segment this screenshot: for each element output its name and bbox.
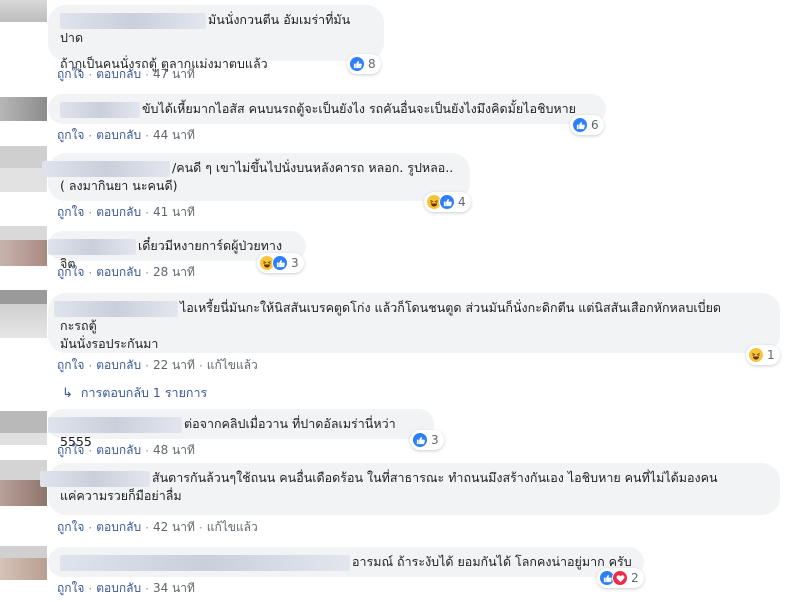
reply-link[interactable]: ตอบกลับ: [96, 520, 141, 534]
comment-bubble: สันดารกันล้วนๆใช้ถนน คนอื่นเดือดร้อน ในท…: [40, 463, 780, 515]
avatar[interactable]: [0, 546, 47, 580]
reaction-count: 3: [291, 256, 299, 270]
reaction-count: 1: [767, 348, 775, 362]
avatar[interactable]: [0, 411, 47, 445]
comment-text-line: อารมณ์ ถ้าระงับได้ ยอมกันได้ โลกคงน่าอยู…: [352, 554, 632, 569]
reaction-summary[interactable]: 8: [347, 54, 381, 74]
edited-label[interactable]: แก้ไขแล้ว: [207, 358, 258, 372]
timestamp[interactable]: 34 นาที: [153, 581, 195, 595]
reply-link[interactable]: ตอบกลับ: [96, 128, 141, 142]
comment-text-line: สันดารกันล้วนๆใช้ถนน คนอื่นเดือดร้อน ในท…: [152, 470, 718, 485]
comment-actions: ถูกใจ · ตอบกลับ · 42 นาที · แก้ไขแล้ว: [57, 520, 258, 535]
timestamp[interactable]: 28 นาที: [153, 265, 195, 279]
reaction-summary[interactable]: 3: [410, 430, 444, 450]
thumbs-up-icon: [272, 255, 288, 271]
comment-actions: ถูกใจ · ตอบกลับ · 28 นาที: [57, 265, 195, 280]
blurred-author-name[interactable]: [60, 12, 206, 29]
reaction-count: 2: [631, 571, 639, 585]
comment-text-line: ขับได้เหี้ยมากไอสัส คนบนรถตู้จะเป็นยังไง…: [142, 101, 576, 116]
thumbs-up-icon: [572, 117, 588, 133]
comment-text-line: มันนั่งรอประกันมา: [60, 336, 159, 351]
reply-link[interactable]: ตอบกลับ: [96, 358, 141, 372]
reaction-summary[interactable]: 2: [597, 568, 644, 588]
blurred-author-name[interactable]: [60, 554, 350, 571]
comment-actions: ถูกใจ · ตอบกลับ · 41 นาที: [57, 205, 195, 220]
comment-bubble: มันนั่งกวนตีน อัมเมร่าที่มันปาด ถ้ากูเป็…: [48, 5, 384, 71]
like-link[interactable]: ถูกใจ: [57, 358, 84, 372]
like-link[interactable]: ถูกใจ: [57, 128, 84, 142]
like-link[interactable]: ถูกใจ: [57, 265, 84, 279]
laugh-emoji-icon: [748, 347, 764, 363]
edited-label[interactable]: แก้ไขแล้ว: [207, 520, 258, 534]
blurred-author-name[interactable]: [60, 101, 140, 118]
thumbs-up-icon: [439, 194, 455, 210]
heart-icon: [612, 570, 628, 586]
reply-link[interactable]: ตอบกลับ: [96, 67, 141, 81]
timestamp[interactable]: 22 นาที: [153, 358, 195, 372]
comment-text-line: แค่ความรวยก็มือย่าลื่ม: [60, 488, 182, 503]
like-link[interactable]: ถูกใจ: [57, 581, 84, 595]
comment-actions: ถูกใจ · ตอบกลับ · 22 นาที · แก้ไขแล้ว: [57, 358, 258, 373]
comment-actions: ถูกใจ · ตอบกลับ · 44 นาที: [57, 128, 195, 143]
view-replies-link[interactable]: ↳ การตอบกลับ 1 รายการ: [62, 383, 207, 403]
avatar[interactable]: [0, 146, 47, 192]
reply-link[interactable]: ตอบกลับ: [96, 581, 141, 595]
reaction-summary[interactable]: 6: [570, 115, 604, 135]
avatar[interactable]: [0, 226, 47, 266]
timestamp[interactable]: 41 นาที: [153, 205, 195, 219]
blurred-author-name[interactable]: [48, 238, 136, 255]
reaction-count: 6: [591, 118, 599, 132]
comment-actions: ถูกใจ · ตอบกลับ · 47 นาที: [57, 67, 195, 82]
comment-bubble: ขับได้เหี้ยมากไอสัส คนบนรถตู้จะเป็นยังไง…: [48, 94, 606, 124]
comment-bubble: อารมณ์ ถ้าระงับได้ ยอมกันได้ โลกคงน่าอยู…: [48, 547, 644, 577]
thumbs-up-icon: [349, 56, 365, 72]
reaction-summary[interactable]: 1: [746, 345, 780, 365]
blurred-author-name[interactable]: [48, 416, 182, 433]
avatar[interactable]: [0, 0, 47, 22]
avatar[interactable]: [0, 290, 47, 338]
timestamp[interactable]: 44 นาที: [153, 128, 195, 142]
reaction-count: 3: [431, 433, 439, 447]
comment-actions: ถูกใจ · ตอบกลับ · 34 นาที: [57, 581, 195, 596]
reaction-count: 8: [368, 57, 376, 71]
timestamp[interactable]: 48 นาที: [153, 443, 195, 457]
reaction-count: 4: [458, 195, 466, 209]
reaction-summary[interactable]: 4: [424, 192, 471, 212]
reply-link[interactable]: ตอบกลับ: [96, 265, 141, 279]
reply-link[interactable]: ตอบกลับ: [96, 443, 141, 457]
blurred-author-name[interactable]: [42, 160, 170, 177]
comment-bubble: ไอเหรี้ยนี่มันกะให้นิสสันเบรคตูดโก่ง แล้…: [48, 293, 780, 353]
reply-link[interactable]: ตอบกลับ: [96, 205, 141, 219]
comment-actions: ถูกใจ · ตอบกลับ · 48 นาที: [57, 443, 195, 458]
comment-bubble: /คนดี ๆ เขาไม่ขึ้นไปนั่งบนหลังคารถ หลอก.…: [42, 153, 470, 201]
like-link[interactable]: ถูกใจ: [57, 67, 84, 81]
view-replies-label: การตอบกลับ 1 รายการ: [80, 385, 208, 400]
like-link[interactable]: ถูกใจ: [57, 205, 84, 219]
reply-arrow-icon: ↳: [62, 386, 73, 401]
comment-text-line: กะรถตู้: [60, 318, 97, 333]
blurred-author-name[interactable]: [40, 470, 150, 487]
comment-text-line: ไอเหรี้ยนี่มันกะให้นิสสันเบรคตูดโก่ง แล้…: [180, 300, 722, 315]
like-link[interactable]: ถูกใจ: [57, 443, 84, 457]
thumbs-up-icon: [412, 432, 428, 448]
comment-text-line: ( ลงมากินยา นะคนดี): [60, 178, 178, 193]
comment-text-line: /คนดี ๆ เขาไม่ขึ้นไปนั่งบนหลังคารถ หลอก.…: [172, 160, 454, 175]
comment-bubble: ต่อจากคลิปเมื่อวาน ที่ปาดอัลเมร่านี่หว่า…: [48, 409, 434, 449]
avatar[interactable]: [0, 97, 47, 121]
timestamp[interactable]: 42 นาที: [153, 520, 195, 534]
like-link[interactable]: ถูกใจ: [57, 520, 84, 534]
reaction-summary[interactable]: 3: [257, 253, 304, 273]
timestamp[interactable]: 47 นาที: [153, 67, 195, 81]
blurred-author-name[interactable]: [54, 300, 178, 317]
